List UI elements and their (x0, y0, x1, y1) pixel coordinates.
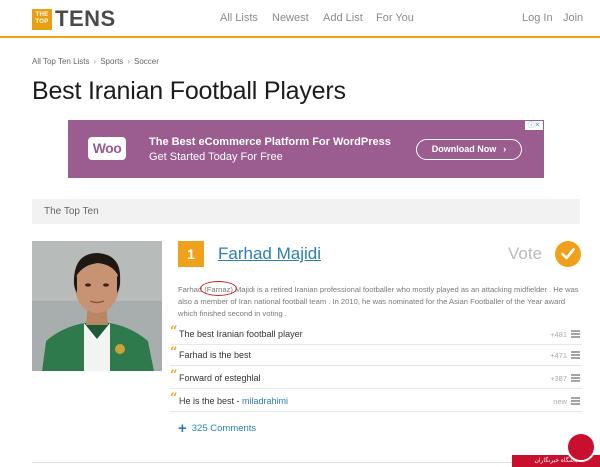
ad-banner[interactable]: Woo The Best eCommerce Platform For Word… (68, 120, 544, 178)
section-label: The Top Ten (44, 206, 99, 217)
desc-part-1: Farhad (178, 285, 203, 294)
comment-text: Forward of esteghlal (179, 373, 261, 383)
comment-author-link[interactable]: miladrahimi (242, 396, 288, 406)
more-comments-label: 325 Comments (191, 423, 257, 434)
comment-row: “ Forward of esteghlal +387 (170, 368, 582, 389)
top-bar: THE TOP TENS All Lists Newest Add List F… (0, 0, 600, 38)
ad-download-button[interactable]: Download Now › (416, 139, 522, 160)
plus-icon: + (178, 420, 187, 437)
more-comments-link[interactable]: +325 Comments (178, 418, 257, 437)
quote-icon: “ (170, 368, 178, 383)
item-description: Farhad (Farnaz) Majidi is a retired Iran… (178, 281, 580, 319)
comment-score: +481 (550, 330, 567, 339)
chevron-right-icon: › (503, 144, 507, 154)
login-link[interactable]: Log In (522, 12, 553, 24)
comment-body: He is the best - (179, 396, 243, 406)
hamburger-menu-icon[interactable] (571, 351, 580, 359)
nav-all-lists[interactable]: All Lists (220, 12, 258, 24)
hamburger-menu-icon[interactable] (571, 374, 580, 382)
site-logo[interactable]: THE TOP TENS (32, 8, 116, 30)
comment-body: Farhad is the best (179, 350, 252, 360)
section-header: The Top Ten (32, 199, 580, 224)
hamburger-menu-icon[interactable] (571, 330, 580, 338)
comment-text: He is the best - miladrahimi (179, 396, 288, 406)
breadcrumb: All Top Ten Lists › Sports › Soccer (32, 57, 159, 66)
vote-label[interactable]: Vote (508, 244, 542, 264)
player-photo[interactable] (32, 241, 162, 371)
watermark-emblem-icon (566, 432, 596, 462)
nav-for-you[interactable]: For You (376, 12, 414, 24)
breadcrumb-separator: › (93, 57, 97, 66)
nav-newest[interactable]: Newest (272, 12, 309, 24)
item-name-link[interactable]: Farhad Majidi (218, 244, 321, 264)
quote-icon: “ (170, 324, 178, 339)
divider (32, 462, 580, 463)
checkmark-icon (561, 248, 575, 260)
comment-body: The best Iranian football player (179, 329, 303, 339)
desc-highlight: (Farnaz) (200, 281, 238, 296)
comment-row: “ Farhad is the best +471 (170, 345, 582, 366)
ad-headline: The Best eCommerce Platform For WordPres… (149, 136, 391, 148)
comment-text: The best Iranian football player (179, 329, 303, 339)
quote-icon: “ (170, 391, 178, 406)
comment-score: +471 (550, 351, 567, 360)
breadcrumb-separator: › (127, 57, 130, 66)
ad-button-label: Download Now (431, 144, 497, 154)
breadcrumb-all-lists[interactable]: All Top Ten Lists (32, 57, 90, 66)
breadcrumb-soccer[interactable]: Soccer (134, 57, 159, 66)
vote-check-button[interactable] (555, 241, 581, 267)
player-photo-image (32, 241, 162, 371)
logo-badge: THE TOP (32, 8, 52, 30)
comment-score: new (553, 397, 567, 406)
rank-badge: 1 (178, 241, 204, 267)
quote-icon: “ (170, 345, 178, 360)
watermark-logo: باشگاه خبرنگاران (512, 430, 600, 467)
nav-add-list[interactable]: Add List (323, 12, 363, 24)
hamburger-menu-icon[interactable] (571, 397, 580, 405)
ad-subline: Get Started Today For Free (149, 151, 283, 163)
page-title: Best Iranian Football Players (32, 77, 346, 105)
comment-body: Forward of esteghlal (179, 373, 261, 383)
breadcrumb-sports[interactable]: Sports (100, 57, 123, 66)
desc-part-2: Majidi is a retired Iranian professional… (178, 285, 579, 318)
join-link[interactable]: Join (563, 12, 583, 24)
comment-text: Farhad is the best (179, 350, 251, 360)
ad-close-icon[interactable]: ⓘ✕ (525, 121, 543, 130)
comment-row: “ The best Iranian football player +481 (170, 324, 582, 345)
comment-score: +387 (550, 374, 567, 383)
comment-row: “ He is the best - miladrahimi new (170, 391, 582, 412)
logo-wordmark: TENS (55, 6, 116, 31)
woo-logo: Woo (88, 137, 126, 160)
red-circle-annotation (200, 281, 238, 296)
